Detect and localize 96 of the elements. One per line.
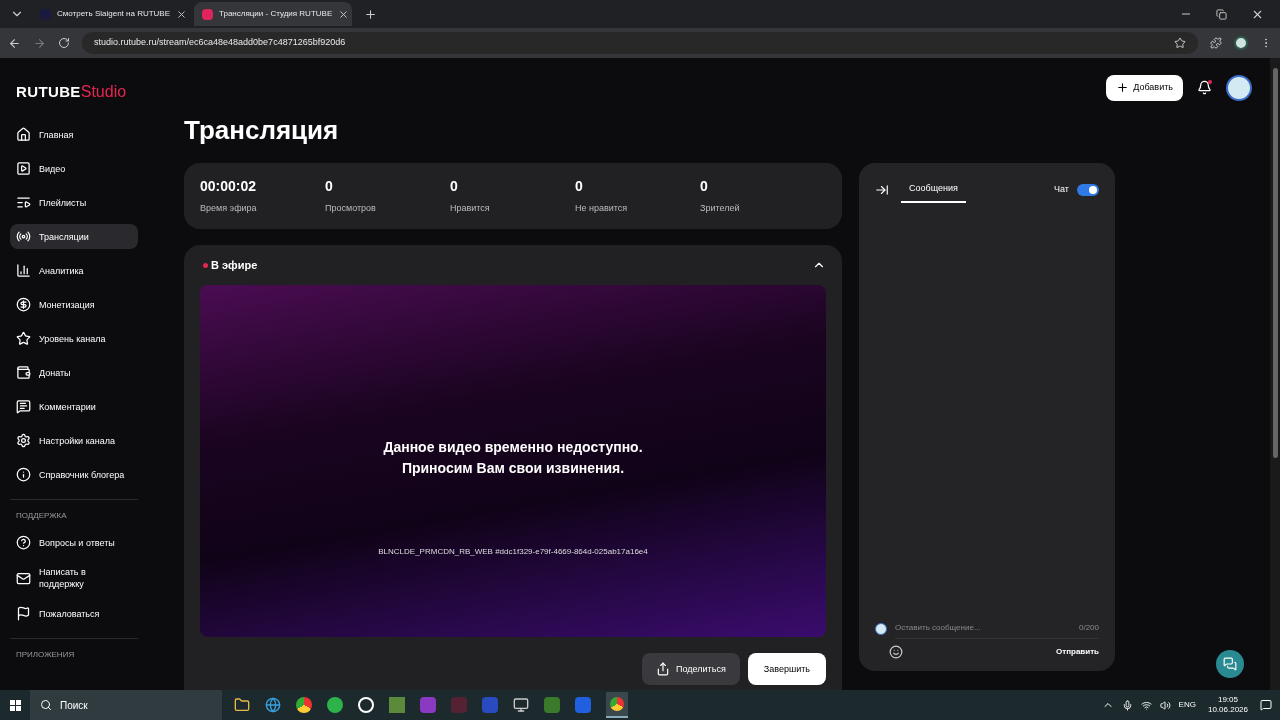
home-icon <box>16 127 31 142</box>
stat-value: 0 <box>450 177 459 197</box>
stat-value: 0 <box>700 177 709 197</box>
sidebar-item[interactable]: Монетизация <box>10 292 138 317</box>
browser-tab[interactable]: Трансляции - Студия RUTUBE <box>194 2 352 26</box>
notification-button[interactable] <box>1197 80 1212 96</box>
extensions-icon[interactable] <box>1210 37 1222 49</box>
profile-avatar[interactable] <box>1234 36 1248 50</box>
sidebar-item[interactable]: Трансляции <box>10 224 138 249</box>
stat-label: Зрителей <box>700 202 741 216</box>
sidebar-item[interactable]: Донаты <box>10 360 138 385</box>
error-message: Приносим Вам свои извинения. <box>401 459 625 479</box>
user-avatar[interactable] <box>1226 74 1252 101</box>
star-icon <box>16 331 31 346</box>
sidebar-item[interactable]: Видео <box>10 156 138 181</box>
app-icon[interactable] <box>296 697 312 713</box>
stat-value: 0 <box>325 177 334 197</box>
plus-icon <box>1116 81 1130 95</box>
chat-tab[interactable]: Сообщения <box>901 177 966 203</box>
share-icon <box>656 662 671 677</box>
support-chat-button[interactable] <box>1216 650 1244 678</box>
error-message: Данное видео временно недоступно. <box>383 438 643 458</box>
address-bar[interactable]: studio.rutube.ru/stream/ec6ca48e48add0be7c4871265bf920d6 <box>82 32 1198 54</box>
emoji-icon[interactable] <box>889 645 903 660</box>
character-counter: 0/200 <box>1078 622 1099 635</box>
broadcast-icon <box>16 229 31 244</box>
sidebar-item[interactable]: Плейлисты <box>10 190 138 215</box>
sidebar-item[interactable]: Вопросы и ответы <box>10 530 138 555</box>
rutube-studio-logo[interactable]: RUTUBEStudio <box>10 80 160 104</box>
share-button[interactable]: Поделиться <box>642 653 740 686</box>
section-heading: ПОДДЕРЖКА <box>15 510 68 522</box>
active-app-icon[interactable] <box>606 692 628 718</box>
sidebar-item[interactable]: Комментарии <box>10 394 138 419</box>
question-icon <box>16 535 31 550</box>
volume-icon[interactable] <box>1159 699 1171 711</box>
sidebar-item[interactable]: Справочник блогера <box>10 462 138 487</box>
folder-icon[interactable] <box>234 697 250 713</box>
app-icon[interactable] <box>358 697 374 713</box>
browser-tab[interactable]: Смотреть Slaigent на RUTUBE <box>32 2 190 26</box>
sidebar-item[interactable]: Настройки канала <box>10 428 138 453</box>
close-icon[interactable] <box>338 8 350 20</box>
video-player[interactable]: Данное видео временно недоступно. Приносим Вам свои извинения. BLNCLDE_PRMCDN_RB_WEB #ddc1f329-e79f-4669-864d-025ab17a16e4 <box>200 285 826 638</box>
settings-icon <box>16 433 31 448</box>
add-button[interactable]: Добавить <box>1106 74 1183 101</box>
forward-icon[interactable] <box>33 36 46 50</box>
restore-icon[interactable] <box>1216 8 1227 20</box>
globe-icon[interactable] <box>265 697 281 713</box>
scrollbar-thumb[interactable] <box>1272 68 1278 458</box>
playlist-icon <box>16 195 31 210</box>
sidebar-item[interactable]: Написать в поддержку <box>10 561 138 595</box>
chat-icon <box>1223 657 1237 671</box>
page-title: Трансляция <box>184 115 340 146</box>
close-icon[interactable] <box>176 8 187 20</box>
site-icon <box>202 8 213 20</box>
sidebar-item[interactable]: Аналитика <box>10 258 138 283</box>
finish-button[interactable]: Завершить <box>747 653 826 686</box>
monitor-icon[interactable] <box>513 697 529 713</box>
chat-toggle[interactable] <box>1077 183 1099 196</box>
sidebar-item[interactable]: Главная <box>10 122 138 147</box>
comment-icon <box>16 399 31 414</box>
video-icon <box>16 161 31 176</box>
wallet-icon <box>16 365 31 380</box>
stat-label: Время эфира <box>200 202 258 216</box>
back-icon[interactable] <box>8 36 21 50</box>
site-icon <box>40 8 51 20</box>
stat-value: 00:00:02 <box>200 177 258 197</box>
network-icon[interactable] <box>1140 699 1152 711</box>
user-avatar <box>875 622 887 635</box>
stat-label: Нравится <box>450 202 491 216</box>
toggle-label: Чат <box>1054 183 1069 197</box>
stat-label: Просмотров <box>325 202 377 216</box>
language-indicator[interactable]: ENG <box>1178 699 1196 711</box>
clock[interactable]: 19:05 10.06.2026 <box>1203 695 1252 715</box>
new-tab-icon[interactable] <box>364 7 377 21</box>
error-code: BLNCLDE_PRMCDN_RB_WEB #ddc1f329-e79f-4669-864d-025ab17a16e4 <box>378 546 648 559</box>
stat-value: 0 <box>575 177 584 197</box>
taskbar-search-field[interactable]: Поиск <box>30 690 222 720</box>
flag-icon <box>16 606 31 621</box>
search-icon <box>40 699 52 711</box>
sidebar-item[interactable]: Уровень канала <box>10 326 138 351</box>
bookmark-icon[interactable] <box>1174 37 1186 49</box>
message-field[interactable]: Оставить сообщение... <box>895 622 1079 635</box>
send-button[interactable]: Отправить <box>1056 646 1099 659</box>
microphone-icon[interactable] <box>1121 699 1133 711</box>
chart-icon <box>16 263 31 278</box>
mail-icon <box>16 570 31 586</box>
info-icon <box>16 467 31 482</box>
stat-label: Не нравится <box>575 202 629 216</box>
reload-icon[interactable] <box>58 37 70 49</box>
coin-icon <box>16 297 31 312</box>
live-title: В эфире <box>211 257 258 273</box>
sidebar-item[interactable]: Пожаловаться <box>10 601 138 626</box>
collapse-panel-icon[interactable] <box>875 182 889 197</box>
section-heading: ПРИЛОЖЕНИЯ <box>15 649 76 661</box>
bell-icon <box>1197 80 1212 96</box>
notifications-icon[interactable] <box>1260 699 1272 711</box>
